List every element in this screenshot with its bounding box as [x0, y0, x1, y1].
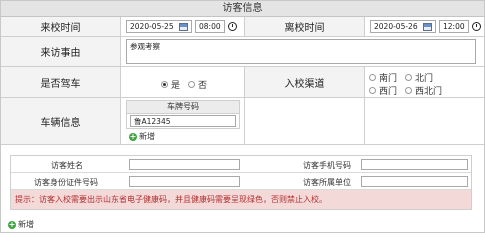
reason-label: 来访事由 [1, 37, 121, 67]
radio-checked-icon[interactable] [161, 81, 168, 88]
health-code-notice: 提示：访客入校需要出示山东省电子健康码，并且健康码需要呈现绿色，否则禁止入校。 [11, 190, 471, 209]
leave-time-cell: 2020-05-26 12:00 [365, 17, 484, 37]
gate-north-label: 北门 [415, 74, 434, 84]
reason-cell: 参观考察 [121, 37, 484, 67]
add-vehicle-label: 新增 [139, 132, 155, 141]
drive-yes-label: 是 [171, 81, 181, 91]
drive-option-yes[interactable]: 是 [161, 78, 180, 91]
clock-icon[interactable] [228, 22, 237, 31]
plate-header: 车牌号码 [127, 101, 239, 114]
visitor-name-input[interactable] [129, 159, 240, 170]
calendar-icon[interactable] [423, 22, 432, 31]
plus-icon: + [129, 131, 137, 141]
add-vehicle-button[interactable]: + 新增 [129, 131, 155, 142]
visitor-row-1: 访客姓名 访客手机号码 [11, 156, 471, 173]
drive-label: 是否驾车 [1, 67, 121, 98]
add-visitor-label: 新增 [18, 220, 34, 229]
radio-icon[interactable] [188, 81, 195, 88]
radio-icon[interactable] [369, 74, 376, 81]
visitor-unit-input[interactable] [361, 176, 468, 187]
drive-no-label: 否 [198, 81, 208, 91]
radio-icon[interactable] [405, 74, 412, 81]
visitor-row-2: 访客身份证件号码 访客所属单位 [11, 173, 471, 190]
empty-cell [365, 98, 484, 145]
plus-icon: + [8, 219, 16, 229]
visitor-id-input[interactable] [129, 176, 240, 187]
gate-northwest-label: 西北门 [415, 87, 443, 97]
calendar-icon[interactable] [179, 22, 188, 31]
gate-cell: 南门 北门 西门 西北门 [365, 67, 484, 98]
gate-west-label: 西门 [379, 87, 398, 97]
visit-time-input[interactable]: 08:00 [195, 20, 225, 33]
leave-date-input[interactable]: 2020-05-26 [370, 20, 436, 33]
visit-info-grid: 来校时间 2020-05-25 08:00 离校时间 2020-05-26 12… [1, 17, 484, 145]
vehicle-label: 车辆信息 [1, 98, 121, 145]
visit-date-value: 2020-05-25 [130, 22, 174, 31]
panel-title: 访客信息 [1, 1, 484, 17]
radio-icon[interactable] [405, 87, 412, 94]
plate-table: 车牌号码 鲁A12345 [126, 100, 240, 129]
visitor-phone-label: 访客手机号码 [303, 161, 351, 170]
visitor-unit-label: 访客所属单位 [303, 178, 351, 187]
visit-time-cell: 2020-05-25 08:00 [121, 17, 245, 37]
drive-cell: 是 否 [121, 67, 245, 98]
reason-textarea[interactable]: 参观考察 [126, 39, 476, 64]
clock-icon[interactable] [472, 22, 481, 31]
visit-time-label: 来校时间 [1, 17, 121, 37]
drive-option-no[interactable]: 否 [188, 78, 207, 91]
gate-south-label: 南门 [379, 74, 398, 84]
leave-time-label: 离校时间 [245, 17, 365, 37]
visit-date-input[interactable]: 2020-05-25 [126, 20, 192, 33]
empty-cell [245, 98, 365, 145]
add-visitor-button[interactable]: + 新增 [8, 219, 34, 230]
leave-time-input[interactable]: 12:00 [439, 20, 469, 33]
gate-option-north[interactable]: 北门 [405, 71, 433, 84]
visitor-name-label: 访客姓名 [51, 161, 83, 170]
visitor-id-label: 访客身份证件号码 [34, 178, 98, 187]
visitor-details-table: 访客姓名 访客手机号码 访客身份证件号码 访客所属单位 提示：访客入校需要出示山… [10, 155, 472, 210]
gate-label: 入校渠道 [245, 67, 365, 98]
gate-option-northwest[interactable]: 西北门 [405, 84, 442, 97]
visitor-phone-input[interactable] [361, 159, 468, 170]
leave-time-value: 12:00 [443, 22, 465, 31]
plate-value: 鲁A12345 [134, 116, 171, 126]
visit-time-value: 08:00 [199, 22, 221, 31]
radio-icon[interactable] [369, 87, 376, 94]
gate-option-south[interactable]: 南门 [369, 71, 397, 84]
plate-input[interactable]: 鲁A12345 [130, 115, 236, 127]
reason-value: 参观考察 [130, 42, 160, 51]
vehicle-cell: 车牌号码 鲁A12345 + 新增 [121, 98, 245, 145]
gate-option-west[interactable]: 西门 [369, 84, 397, 97]
leave-date-value: 2020-05-26 [374, 22, 418, 31]
